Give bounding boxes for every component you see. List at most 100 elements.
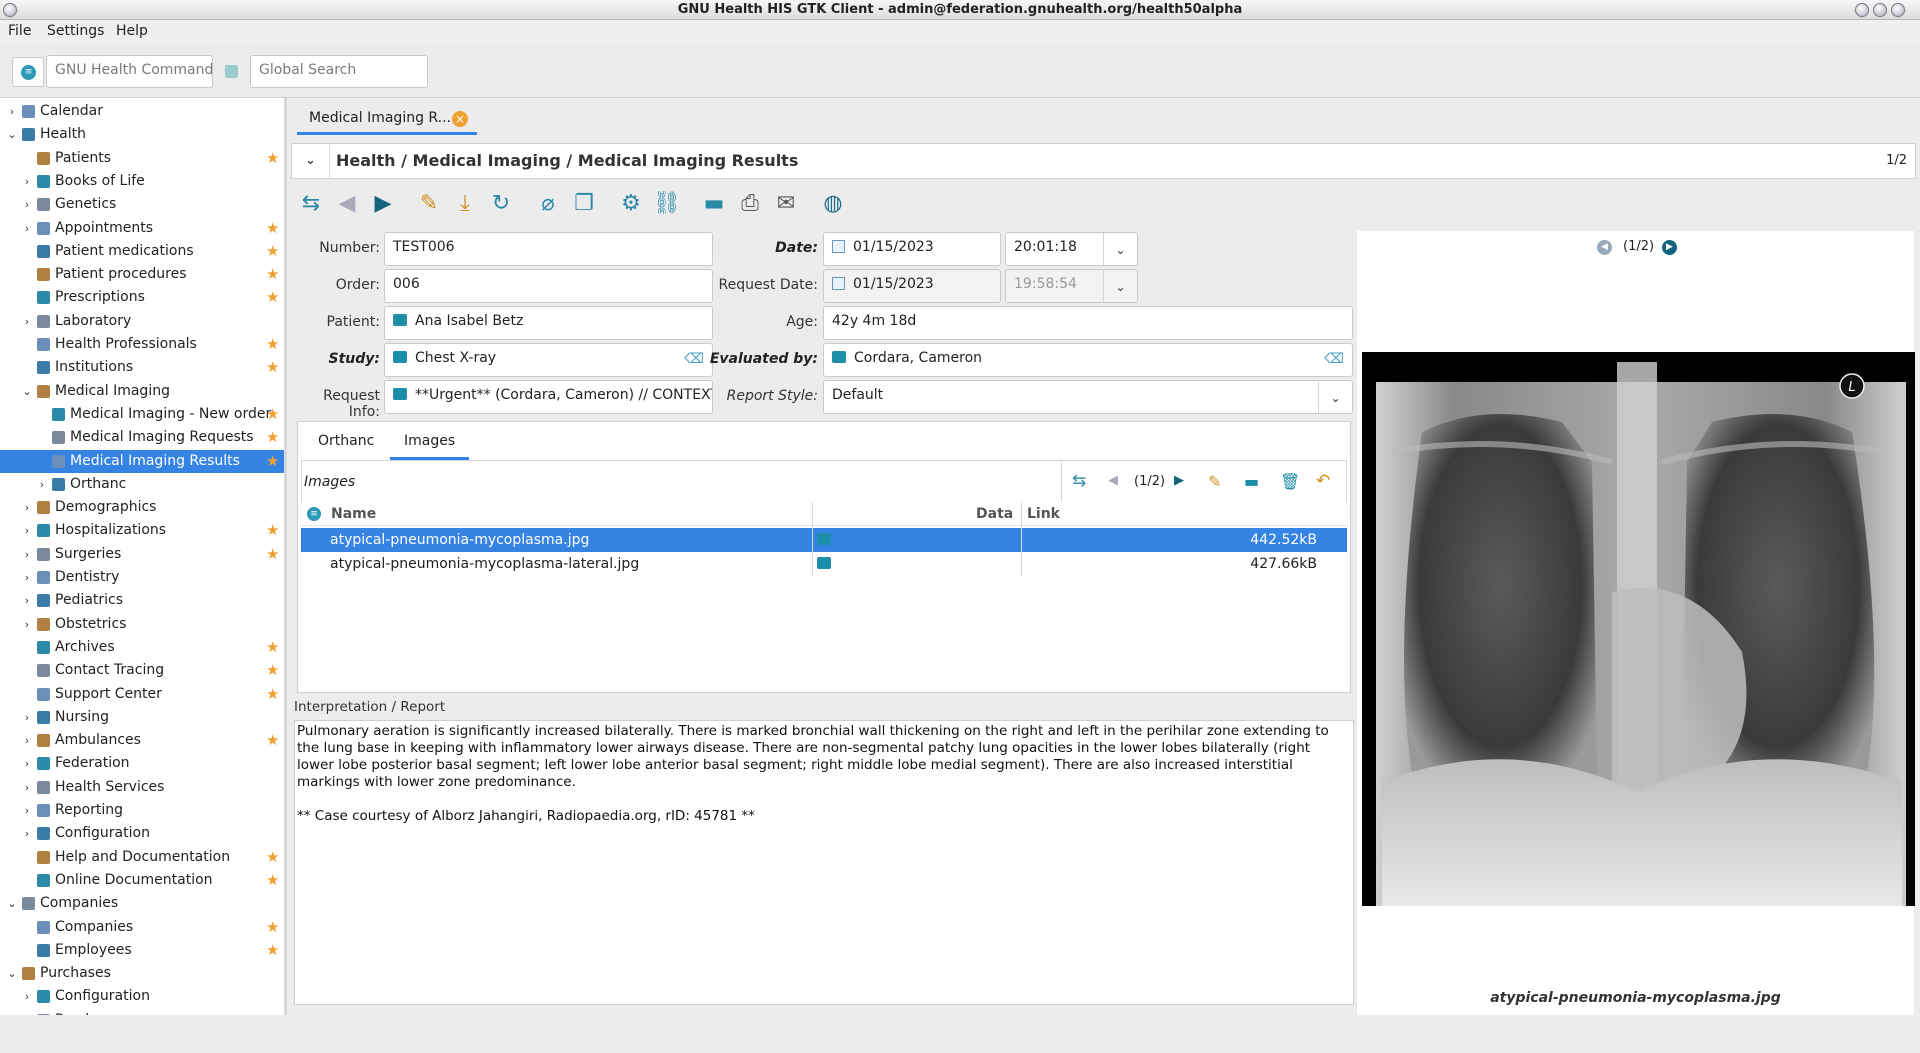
favorite-star-icon[interactable]: ★ <box>266 286 279 309</box>
chevron-right-icon[interactable]: › <box>21 613 33 636</box>
sidebar-item[interactable]: Contact Tracing ★ <box>0 659 284 682</box>
favorite-star-icon[interactable]: ★ <box>266 1009 279 1015</box>
evaluated-by-field[interactable]: Cordara, Cameron ⌫ <box>823 343 1353 377</box>
chevron-right-icon[interactable]: › <box>21 519 33 542</box>
menu-settings[interactable]: Settings <box>47 23 104 39</box>
menu-toggle-button[interactable]: ≡ <box>12 57 44 87</box>
sidebar-item[interactable]: › Obstetrics <box>0 613 284 636</box>
sidebar-item[interactable]: › Pediatrics <box>0 589 284 612</box>
switch-view-icon[interactable]: ⇆ <box>1072 471 1086 491</box>
previous-icon[interactable]: ◀ <box>1597 240 1612 255</box>
tab-medical-imaging-results[interactable]: Medical Imaging R... × <box>297 103 477 135</box>
sidebar-item[interactable]: › Federation <box>0 752 284 775</box>
chevron-down-icon[interactable]: ⌄ <box>1103 233 1137 265</box>
chevron-down-icon[interactable]: ⌄ <box>21 380 33 403</box>
chevron-right-icon[interactable]: › <box>21 217 33 240</box>
favorite-star-icon[interactable]: ★ <box>266 426 279 449</box>
column-header-name[interactable]: Name <box>331 502 376 526</box>
sidebar-item[interactable]: Health Professionals ★ <box>0 333 284 356</box>
chevron-right-icon[interactable]: › <box>21 170 33 193</box>
sidebar-item[interactable]: Online Documentation ★ <box>0 869 284 892</box>
chevron-right-icon[interactable]: › <box>21 566 33 589</box>
sidebar-item[interactable]: Companies ★ <box>0 916 284 939</box>
favorite-star-icon[interactable]: ★ <box>266 356 279 379</box>
save-icon[interactable]: ⤓ <box>451 190 479 218</box>
favorite-star-icon[interactable]: ★ <box>266 939 279 962</box>
sidebar-item[interactable]: › Calendar <box>0 100 284 123</box>
favorite-star-icon[interactable]: ★ <box>266 636 279 659</box>
open-icon[interactable]: ▬ <box>1244 472 1259 491</box>
sidebar-item[interactable]: › Appointments ★ <box>0 217 284 240</box>
clear-icon[interactable]: ⌫ <box>1324 351 1344 367</box>
delete-icon[interactable]: 🗑 <box>1280 472 1300 491</box>
favorite-star-icon[interactable]: ★ <box>266 519 279 542</box>
tab-orthanc[interactable]: Orthanc <box>304 422 388 460</box>
new-icon[interactable]: ✎ <box>415 190 443 218</box>
open-folder-icon[interactable]: ▬ <box>700 190 728 218</box>
sidebar-item[interactable]: › Hospitalizations ★ <box>0 519 284 542</box>
next-icon[interactable]: ▶ <box>1174 473 1184 488</box>
undo-icon[interactable]: ↶ <box>1316 471 1330 491</box>
previous-icon[interactable]: ◀ <box>1108 473 1118 488</box>
reload-icon[interactable]: ↻ <box>487 190 515 218</box>
sidebar-item[interactable]: › Surgeries ★ <box>0 543 284 566</box>
sidebar-item[interactable]: Patients ★ <box>0 147 284 170</box>
favorite-star-icon[interactable]: ★ <box>266 729 279 752</box>
sidebar-item[interactable]: ⌄ Health <box>0 123 284 146</box>
report-style-select[interactable]: Default ⌄ <box>823 380 1353 414</box>
column-header-data[interactable]: Data <box>976 502 1013 526</box>
sidebar-item[interactable]: Medical Imaging Results ★ <box>0 449 284 473</box>
sidebar-item[interactable]: › Dentistry <box>0 566 284 589</box>
sidebar-item[interactable]: ⌄ Purchases <box>0 962 284 985</box>
time-field[interactable]: 20:01:18 ⌄ <box>1005 232 1138 266</box>
favorite-star-icon[interactable]: ★ <box>266 217 279 240</box>
global-search-input[interactable]: Global Search <box>250 55 428 88</box>
sidebar-item[interactable]: › Reporting <box>0 799 284 822</box>
sidebar-item[interactable]: ⌄ Medical Imaging <box>0 380 284 403</box>
favorite-star-icon[interactable]: ★ <box>266 683 279 706</box>
sidebar-item[interactable]: › Genetics <box>0 193 284 216</box>
chevron-right-icon[interactable]: › <box>21 776 33 799</box>
calendar-icon[interactable] <box>832 240 845 253</box>
command-input[interactable]: GNU Health Command <box>46 55 213 88</box>
table-row[interactable]: atypical-pneumonia-mycoplasma.jpg 442.52… <box>301 528 1347 552</box>
sidebar-item[interactable]: › Configuration <box>0 985 284 1008</box>
table-row[interactable]: atypical-pneumonia-mycoplasma-lateral.jp… <box>301 552 1347 576</box>
sidebar-scrollbar[interactable] <box>284 98 287 1015</box>
binary-icon[interactable] <box>817 557 831 569</box>
favorite-star-icon[interactable]: ★ <box>266 869 279 892</box>
next-icon[interactable]: ▶ <box>1662 240 1677 255</box>
favorite-star-icon[interactable]: ★ <box>266 916 279 939</box>
sidebar-item[interactable]: Institutions ★ <box>0 356 284 379</box>
chevron-down-icon[interactable]: ⌄ <box>292 144 330 178</box>
sidebar-item[interactable]: › Demographics <box>0 496 284 519</box>
chevron-right-icon[interactable]: › <box>21 496 33 519</box>
sidebar-item[interactable]: Medical Imaging Requests ★ <box>0 426 284 449</box>
sidebar-item[interactable]: Prescriptions ★ <box>0 286 284 309</box>
sidebar-item[interactable]: › Laboratory <box>0 310 284 333</box>
next-icon[interactable]: ▶ <box>369 190 397 218</box>
edit-icon[interactable]: ✎ <box>1208 472 1221 491</box>
email-icon[interactable]: ✉ <box>772 190 800 218</box>
sidebar-item[interactable]: Purchases ★ <box>0 1009 284 1015</box>
menu-file[interactable]: File <box>8 23 31 39</box>
maximize-button[interactable] <box>1873 3 1887 17</box>
sidebar-item[interactable]: › Configuration <box>0 822 284 845</box>
favorite-star-icon[interactable]: ★ <box>266 659 279 682</box>
previous-icon[interactable]: ◀ <box>333 190 361 218</box>
switch-view-icon[interactable]: ⇆ <box>297 190 325 218</box>
sidebar-item[interactable]: › Books of Life <box>0 170 284 193</box>
favorite-star-icon[interactable]: ★ <box>266 263 279 286</box>
number-field[interactable]: TEST006 <box>384 232 713 266</box>
sidebar-item[interactable]: Help and Documentation ★ <box>0 846 284 869</box>
column-header-link[interactable]: Link <box>1027 502 1060 526</box>
sidebar-item[interactable]: Patient medications ★ <box>0 240 284 263</box>
chevron-right-icon[interactable]: › <box>21 729 33 752</box>
sidebar-item[interactable]: Medical Imaging - New order ★ <box>0 403 284 426</box>
favorite-star-icon[interactable]: ★ <box>266 147 279 170</box>
date-field[interactable]: 01/15/2023 <box>823 232 1001 266</box>
chevron-right-icon[interactable]: › <box>21 310 33 333</box>
chevron-right-icon[interactable]: › <box>21 193 33 216</box>
sidebar-item[interactable]: › Orthanc <box>0 473 284 496</box>
attachment-icon[interactable]: ⌀ <box>534 190 562 218</box>
